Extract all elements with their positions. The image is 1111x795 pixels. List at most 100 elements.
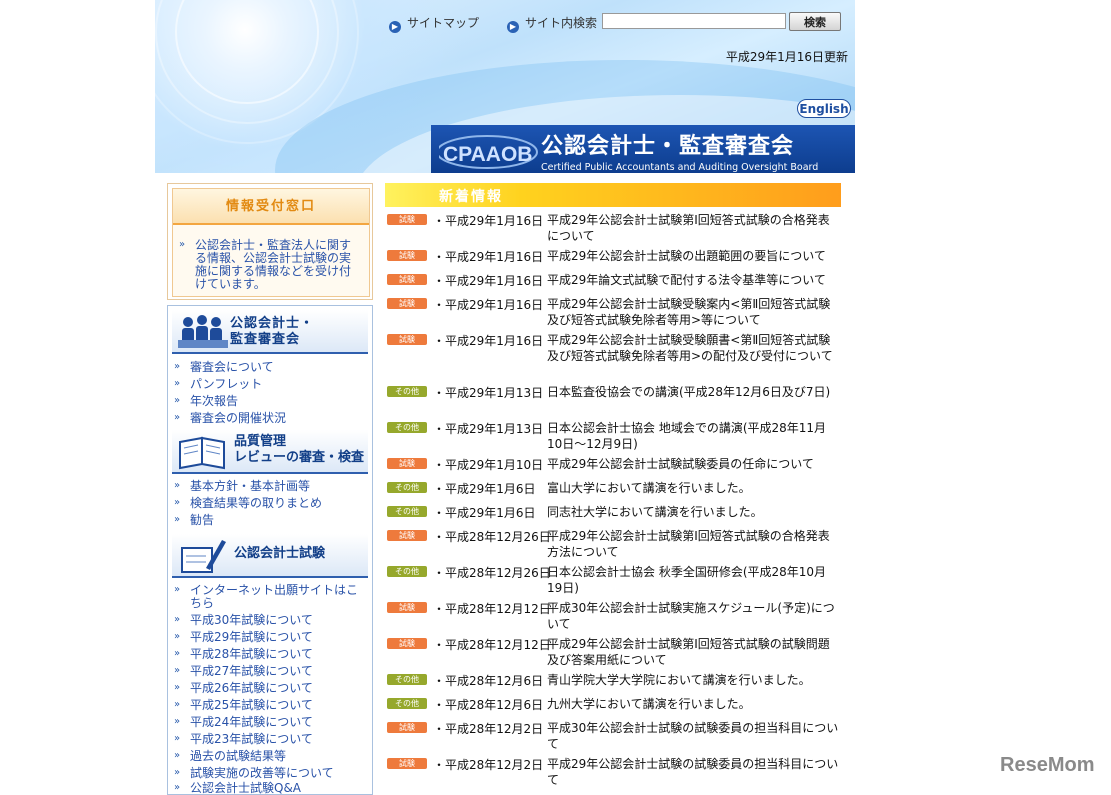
sidebar-link[interactable]: 検査結果等の取りまとめ: [190, 497, 322, 510]
category-badge: その他: [387, 422, 427, 433]
category-badge: 試験: [387, 638, 427, 649]
cpaaob-logo: CPAAOB: [439, 135, 538, 169]
sidebar-link[interactable]: 年次報告: [190, 395, 238, 408]
double-chevron-icon: »: [179, 239, 186, 250]
news-link[interactable]: 平成29年公認会計士試験の出題範囲の要旨について: [547, 248, 839, 264]
sidebar-link[interactable]: 試験実施の改善等について: [190, 767, 334, 780]
news-link[interactable]: 平成30年公認会計士試験の試験委員の担当科目について: [547, 720, 839, 752]
sidebar-link[interactable]: 平成27年試験について: [190, 665, 313, 678]
sidebar-link[interactable]: 基本方針・基本計画等: [190, 480, 310, 493]
double-chevron-icon: »: [174, 716, 181, 727]
news-link[interactable]: 日本公認会計士協会 秋季全国研修会(平成28年10月19日): [547, 564, 839, 596]
people-icon: [178, 315, 228, 348]
category-badge: 試験: [387, 530, 427, 541]
info-reception-link[interactable]: 公認会計士・監査法人に関する情報、公認会計士試験の実施に関する情報などを受け付け…: [195, 239, 360, 291]
sidebar-link[interactable]: 過去の試験結果等: [190, 750, 286, 763]
svg-text:CPAAOB: CPAAOB: [443, 143, 532, 166]
double-chevron-icon: »: [174, 395, 181, 406]
double-chevron-icon: »: [174, 665, 181, 676]
sidebar-link[interactable]: 平成23年試験について: [190, 733, 313, 746]
sidebar-link[interactable]: インターネット出願サイトはこちら: [190, 584, 358, 610]
search-button[interactable]: 検索: [789, 12, 841, 31]
sidebar-link[interactable]: 平成26年試験について: [190, 682, 313, 695]
category-badge: 試験: [387, 274, 427, 285]
section-title-quality-2: レビューの審査・検査: [234, 450, 365, 465]
category-badge: その他: [387, 566, 427, 577]
double-chevron-icon: »: [174, 782, 181, 793]
double-chevron-icon: »: [174, 614, 181, 625]
sidebar-link[interactable]: パンフレット: [190, 378, 262, 391]
category-badge: 試験: [387, 250, 427, 261]
sitemap-link[interactable]: ▶ サイトマップ: [389, 14, 479, 33]
sidebar-link[interactable]: 審査会の開催状況: [190, 412, 286, 425]
double-chevron-icon: »: [174, 378, 181, 389]
sidebar-link[interactable]: 審査会について: [190, 361, 274, 374]
news-link[interactable]: 平成29年公認会計士試験第Ⅰ回短答式試験の試験問題及び答案用紙について: [547, 636, 839, 668]
news-link[interactable]: 平成30年公認会計士試験実施スケジュール(予定)について: [547, 600, 839, 632]
sidebar-link[interactable]: 平成25年試験について: [190, 699, 313, 712]
site-title: 公認会計士・監査審査会: [541, 134, 795, 159]
news-header: 新着情報: [385, 183, 841, 207]
news-date: ・平成29年1月16日: [433, 334, 544, 348]
section-title-exam: 公認会計士試験: [234, 546, 326, 561]
news-date: ・平成29年1月10日: [433, 458, 544, 472]
news-date: ・平成29年1月6日: [433, 482, 536, 496]
news-link[interactable]: 平成29年公認会計士試験の試験委員の担当科目について: [547, 756, 839, 788]
sidebar-nav: 公認会計士・ 監査審査会 » 審査会について » パンフレット » 年次報告 » 審査会…: [167, 305, 373, 795]
double-chevron-icon: »: [174, 497, 181, 508]
news-date: ・平成29年1月16日: [433, 298, 544, 312]
news-date: ・平成28年12月12日: [433, 638, 551, 652]
news-title: 新着情報: [439, 189, 503, 205]
section-header-exam: 公認会計士試験: [172, 534, 368, 578]
news-link[interactable]: 日本監査役協会での講演(平成28年12月6日及び7日): [547, 384, 839, 400]
english-button[interactable]: English: [797, 99, 851, 118]
news-date: ・平成29年1月13日: [433, 386, 544, 400]
info-reception-box: 情報受付窓口 » 公認会計士・監査法人に関する情報、公認会計士試験の実施に関する…: [167, 183, 373, 300]
news-date: ・平成29年1月16日: [433, 274, 544, 288]
news-link[interactable]: 富山大学において講演を行いました。: [547, 480, 839, 496]
site-search-label: ▶ サイト内検索: [507, 14, 597, 33]
news-date: ・平成28年12月26日: [433, 530, 551, 544]
news-link[interactable]: 平成29年公認会計士試験第Ⅰ回短答式試験の合格発表方法について: [547, 528, 839, 560]
news-date: ・平成28年12月6日: [433, 674, 544, 688]
double-chevron-icon: »: [174, 699, 181, 710]
news-link[interactable]: 平成29年公認会計士試験受験願書<第Ⅱ回短答式試験及び短答式試験免除者等用>の配…: [547, 332, 839, 364]
category-badge: 試験: [387, 722, 427, 733]
news-link[interactable]: 日本公認会計士協会 地域会での講演(平成28年11月10日～12月9日): [547, 420, 839, 452]
sidebar-link[interactable]: 平成30年試験について: [190, 614, 313, 627]
site-header: ▶ サイトマップ ▶ サイト内検索 検索 平成29年1月16日更新 English …: [155, 0, 855, 173]
news-date: ・平成28年12月2日: [433, 722, 544, 736]
sidebar-link[interactable]: 平成29年試験について: [190, 631, 313, 644]
search-label-text: サイト内検索: [525, 16, 598, 30]
update-date: 平成29年1月16日更新: [725, 50, 848, 64]
category-badge: その他: [387, 506, 427, 517]
news-link[interactable]: 平成29年公認会計士試験受験案内<第Ⅱ回短答式試験及び短答式試験免除者等用>等に…: [547, 296, 839, 328]
news-link[interactable]: 青山学院大学大学院において講演を行いました。: [547, 672, 839, 688]
news-date: ・平成28年12月6日: [433, 698, 544, 712]
sidebar-link[interactable]: 公認会計士試験Q&A: [190, 782, 301, 795]
info-reception-inner: 情報受付窓口 » 公認会計士・監査法人に関する情報、公認会計士試験の実施に関する…: [172, 188, 370, 297]
search-input[interactable]: [602, 13, 786, 29]
news-link[interactable]: 平成29年公認会計士試験試験委員の任命について: [547, 456, 839, 472]
sidebar-link[interactable]: 平成24年試験について: [190, 716, 313, 729]
double-chevron-icon: »: [174, 584, 181, 595]
category-badge: その他: [387, 482, 427, 493]
pen-paper-icon: [181, 540, 226, 573]
double-chevron-icon: »: [174, 514, 181, 525]
section-title-board-1: 公認会計士・: [230, 316, 315, 331]
news-link[interactable]: 平成29年論文式試験で配付する法令基準等について: [547, 272, 839, 288]
sidebar-link[interactable]: 勧告: [190, 514, 214, 527]
sidebar-link[interactable]: 平成28年試験について: [190, 648, 313, 661]
arrow-right-icon: ▶: [389, 21, 401, 33]
news-link[interactable]: 平成29年公認会計士試験第Ⅰ回短答式試験の合格発表について: [547, 212, 839, 244]
news-date: ・平成29年1月16日: [433, 214, 544, 228]
double-chevron-icon: »: [174, 648, 181, 659]
category-badge: 試験: [387, 298, 427, 309]
info-reception-title: 情報受付窓口: [173, 189, 369, 225]
news-link[interactable]: 九州大学において講演を行いました。: [547, 696, 839, 712]
news-date: ・平成28年12月2日: [433, 758, 544, 772]
news-link[interactable]: 同志社大学において講演を行いました。: [547, 504, 839, 520]
section-header-board: 公認会計士・ 監査審査会: [172, 310, 368, 354]
double-chevron-icon: »: [174, 767, 181, 778]
section-title-quality-1: 品質管理: [234, 434, 287, 449]
